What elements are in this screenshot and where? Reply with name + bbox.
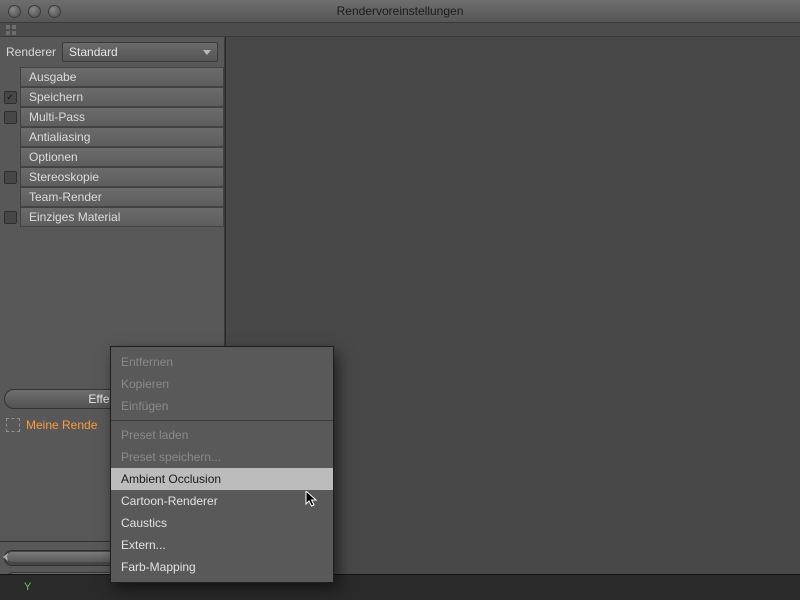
- titlebar: Rendervoreinstellungen: [0, 0, 800, 23]
- renderer-select-value: Standard: [69, 45, 118, 59]
- option-label[interactable]: Ausgabe: [20, 67, 224, 87]
- menu-item-label: Extern...: [121, 538, 166, 552]
- menu-item-label: Farb-Mapping: [121, 560, 196, 574]
- menu-item[interactable]: Caustics: [111, 512, 333, 534]
- option-row-einziges_material[interactable]: Einziges Material: [0, 207, 224, 227]
- option-label-text: Einziges Material: [29, 210, 120, 224]
- option-checkbox-cell: [0, 111, 20, 124]
- effects-context-menu[interactable]: Entfernen Kopieren Einfügen Preset laden Pre…: [110, 346, 334, 583]
- renderer-select[interactable]: Standard: [62, 42, 218, 62]
- option-label[interactable]: Speichern: [20, 87, 224, 107]
- option-label[interactable]: Multi-Pass: [20, 107, 224, 127]
- menu-item: Preset laden: [111, 424, 333, 446]
- preset-indicator-icon: [6, 418, 20, 432]
- checkbox-icon[interactable]: [4, 111, 17, 124]
- renderer-row: Renderer Standard: [0, 37, 224, 67]
- option-label-text: Antialiasing: [29, 130, 90, 144]
- option-label[interactable]: Antialiasing: [20, 127, 224, 147]
- option-label-text: Optionen: [29, 150, 78, 164]
- checkbox-icon[interactable]: [4, 211, 17, 224]
- option-label-text: Speichern: [29, 90, 83, 104]
- option-checkbox-cell: ✓: [0, 91, 20, 104]
- option-row-optionen[interactable]: Optionen: [0, 147, 224, 167]
- menu-item[interactable]: Cartoon-Renderer: [111, 490, 333, 512]
- toolbar: [0, 23, 800, 37]
- scroll-thumb[interactable]: [7, 552, 127, 562]
- option-label-text: Ausgabe: [29, 70, 76, 84]
- minimize-icon[interactable]: [28, 5, 41, 18]
- option-row-stereoskopie[interactable]: Stereoskopie: [0, 167, 224, 187]
- menu-item-label: Ambient Occlusion: [121, 472, 221, 486]
- option-checkbox-cell: [0, 171, 20, 184]
- option-row-team_render[interactable]: Team-Render: [0, 187, 224, 207]
- zoom-icon[interactable]: [48, 5, 61, 18]
- menu-item-label: Caustics: [121, 516, 167, 530]
- option-label[interactable]: Einziges Material: [20, 207, 224, 227]
- option-label-text: Stereoskopie: [29, 170, 99, 184]
- close-icon[interactable]: [8, 5, 21, 18]
- option-label-text: Multi-Pass: [29, 110, 85, 124]
- chevron-down-icon: [203, 50, 211, 55]
- menu-item[interactable]: Farb-Mapping: [111, 556, 333, 578]
- menu-item-label: Preset speichern...: [121, 450, 221, 464]
- menu-item[interactable]: Ambient Occlusion: [111, 468, 333, 490]
- menu-item-label: Kopieren: [121, 377, 169, 391]
- render-settings-window: Rendervoreinstellungen Renderer Standard…: [0, 0, 800, 600]
- option-label[interactable]: Optionen: [20, 147, 224, 167]
- menu-item: Preset speichern...: [111, 446, 333, 468]
- option-row-antialiasing[interactable]: Antialiasing: [0, 127, 224, 147]
- option-row-multi_pass[interactable]: Multi-Pass: [0, 107, 224, 127]
- options-list: Ausgabe ✓ Speichern Multi-Pass Antialiasing O…: [0, 67, 224, 227]
- option-row-ausgabe[interactable]: Ausgabe: [0, 67, 224, 87]
- menu-item: Kopieren: [111, 373, 333, 395]
- checkbox-icon[interactable]: [4, 171, 17, 184]
- option-label-text: Team-Render: [29, 190, 102, 204]
- option-label[interactable]: Stereoskopie: [20, 167, 224, 187]
- window-controls: [0, 5, 61, 18]
- option-checkbox-cell: [0, 211, 20, 224]
- option-row-speichern[interactable]: ✓ Speichern: [0, 87, 224, 107]
- menu-item: Einfügen: [111, 395, 333, 417]
- menu-separator: [111, 420, 333, 421]
- renderer-label: Renderer: [6, 45, 56, 59]
- menu-item[interactable]: Extern...: [111, 534, 333, 556]
- active-preset-label: Meine Rende: [26, 418, 97, 432]
- menu-item-label: Cartoon-Renderer: [121, 494, 218, 508]
- menu-item: Entfernen: [111, 351, 333, 373]
- menu-item-label: Preset laden: [121, 428, 188, 442]
- checkbox-icon[interactable]: ✓: [4, 91, 17, 104]
- menu-item-label: Einfügen: [121, 399, 168, 413]
- option-label[interactable]: Team-Render: [20, 187, 224, 207]
- layout-grid-icon[interactable]: [6, 25, 16, 35]
- window-title: Rendervoreinstellungen: [0, 4, 800, 18]
- menu-item-label: Entfernen: [121, 355, 173, 369]
